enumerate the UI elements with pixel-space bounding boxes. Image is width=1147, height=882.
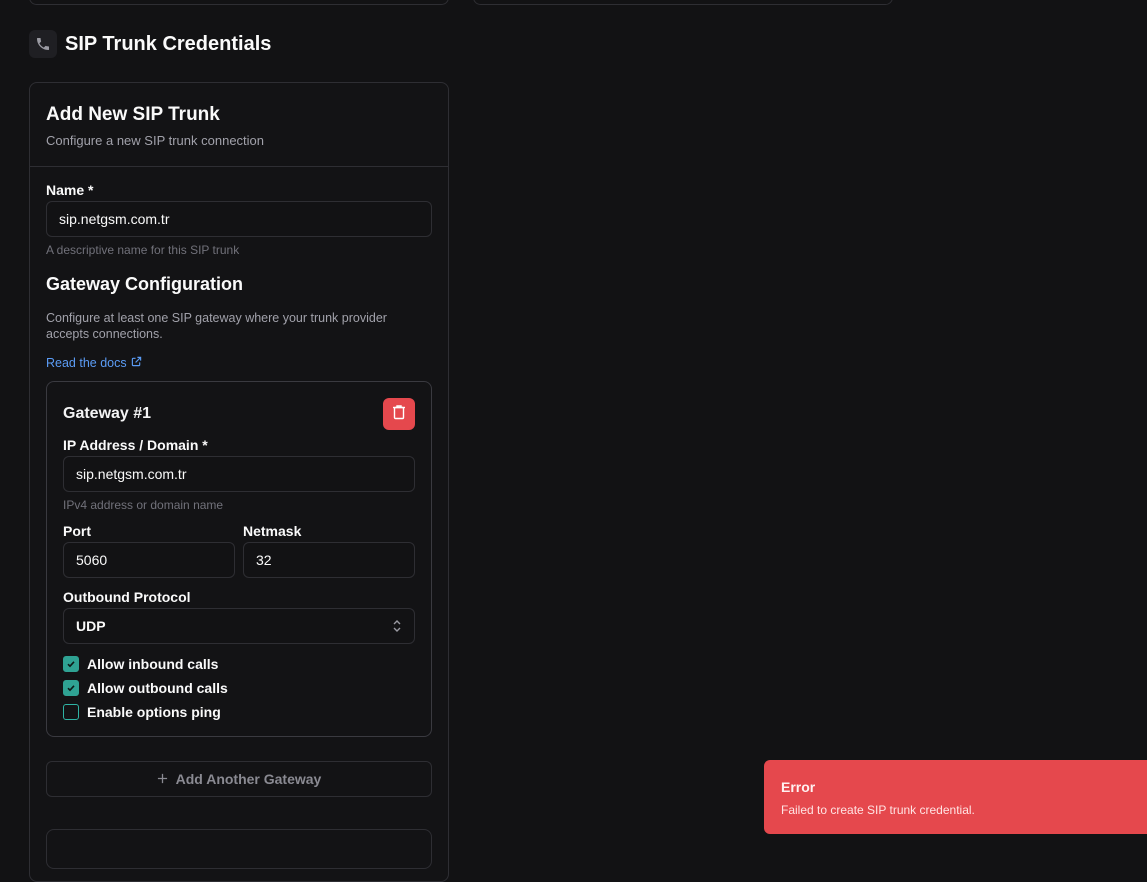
allow-outbound-checkbox[interactable] <box>63 680 79 696</box>
add-gateway-label: Add Another Gateway <box>175 771 322 787</box>
error-toast[interactable]: Error Failed to create SIP trunk credent… <box>764 760 1147 834</box>
name-hint: A descriptive name for this SIP trunk <box>46 243 240 257</box>
allow-inbound-checkbox[interactable] <box>63 656 79 672</box>
ip-hint: IPv4 address or domain name <box>63 498 224 512</box>
options-ping-checkbox-row[interactable]: Enable options ping <box>63 704 221 720</box>
docs-link[interactable]: Read the docs <box>46 356 142 370</box>
protocol-select[interactable]: UDP <box>63 608 415 644</box>
next-section-card <box>46 829 432 869</box>
check-icon <box>67 685 75 692</box>
options-ping-label: Enable options ping <box>87 704 221 720</box>
name-input[interactable]: sip.netgsm.com.tr <box>46 201 432 237</box>
chevron-up-down-icon <box>392 619 402 636</box>
ip-label: IP Address / Domain * <box>63 437 208 453</box>
phone-icon <box>29 30 57 58</box>
ip-input[interactable]: sip.netgsm.com.tr <box>63 456 415 492</box>
check-icon <box>67 661 75 668</box>
previous-card-left <box>29 0 449 5</box>
allow-outbound-checkbox-row[interactable]: Allow outbound calls <box>63 680 228 696</box>
toast-message: Failed to create SIP trunk credential. <box>781 803 975 817</box>
netmask-label: Netmask <box>243 523 302 539</box>
section-title: SIP Trunk Credentials <box>65 32 272 55</box>
trash-icon <box>392 404 406 425</box>
allow-inbound-label: Allow inbound calls <box>87 656 219 672</box>
delete-gateway-button[interactable] <box>383 398 415 430</box>
protocol-value: UDP <box>76 618 106 634</box>
card-description: Configure a new SIP trunk connection <box>46 133 265 148</box>
external-link-icon <box>131 356 142 370</box>
add-gateway-button[interactable]: Add Another Gateway <box>46 761 432 797</box>
protocol-label: Outbound Protocol <box>63 589 191 605</box>
allow-inbound-checkbox-row[interactable]: Allow inbound calls <box>63 656 218 672</box>
gateway-title: Gateway #1 <box>63 405 152 422</box>
options-ping-checkbox[interactable] <box>63 704 79 720</box>
section-header: SIP Trunk Credentials <box>29 30 271 58</box>
port-input[interactable]: 5060 <box>63 542 235 578</box>
plus-icon <box>157 771 168 787</box>
netmask-input[interactable]: 32 <box>243 542 415 578</box>
name-label: Name * <box>46 182 94 198</box>
card-title: Add New SIP Trunk <box>46 104 220 125</box>
gateway-config-description: Configure at least one SIP gateway where… <box>46 311 387 341</box>
card-header: Add New SIP Trunk Configure a new SIP tr… <box>30 83 448 167</box>
gateway-config-title: Gateway Configuration <box>46 274 244 294</box>
previous-card-right <box>473 0 893 5</box>
allow-outbound-label: Allow outbound calls <box>87 680 228 696</box>
docs-link-label: Read the docs <box>46 356 127 370</box>
toast-title: Error <box>781 779 816 795</box>
port-label: Port <box>63 523 91 539</box>
